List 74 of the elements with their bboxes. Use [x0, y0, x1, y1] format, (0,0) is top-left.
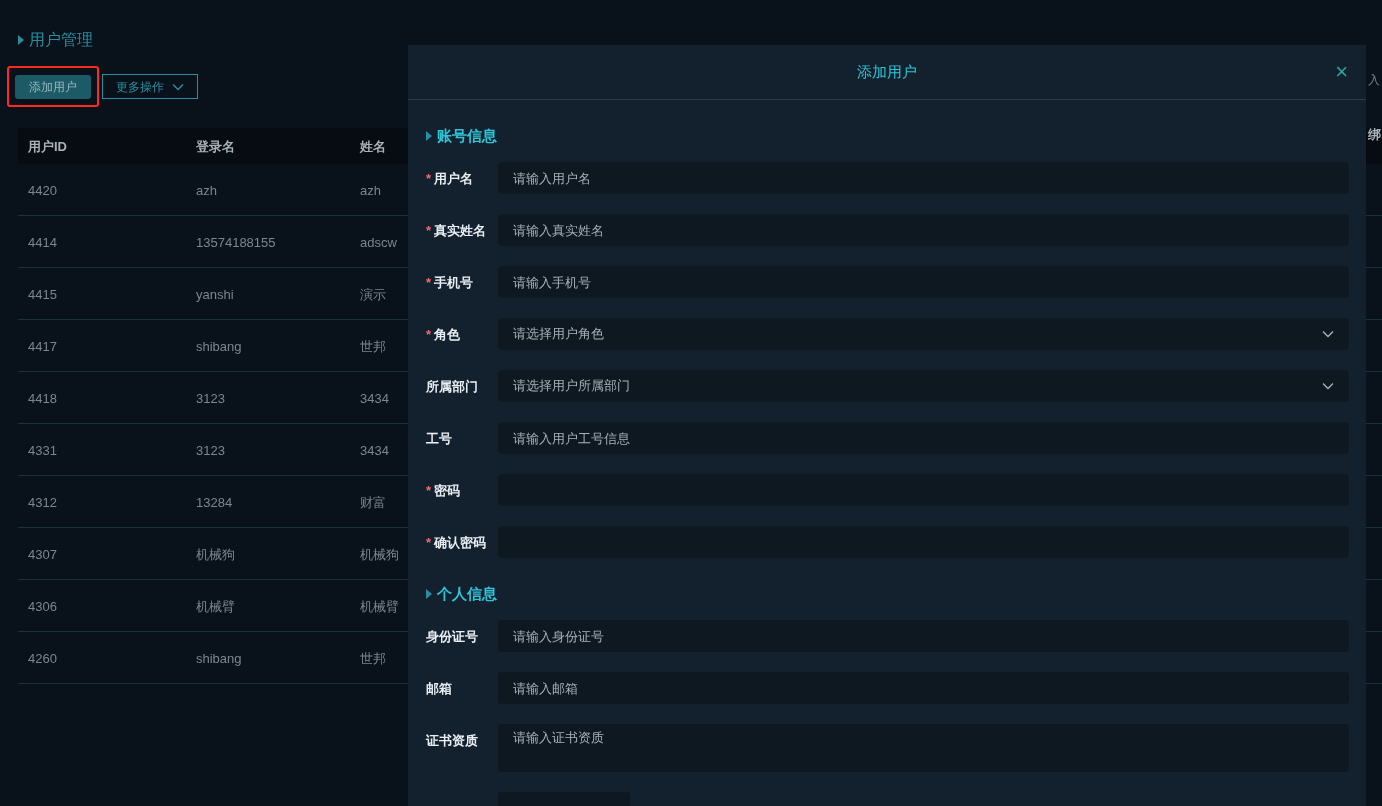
- field-label: 邮箱: [426, 680, 452, 698]
- close-button[interactable]: ×: [1335, 61, 1348, 83]
- triangle-icon: [426, 131, 432, 141]
- triangle-icon: [18, 35, 24, 45]
- table-cell: 机械臂: [196, 598, 235, 614]
- chevron-down-icon: [1322, 330, 1334, 338]
- required-asterisk: *: [426, 222, 432, 240]
- section-title: 账号信息: [437, 125, 497, 146]
- triangle-icon: [426, 589, 432, 599]
- field-label: 手机号: [434, 274, 474, 292]
- table-cell: 4260: [28, 650, 57, 666]
- required-asterisk: *: [426, 482, 432, 500]
- table-cell: 13284: [196, 494, 233, 510]
- textarea-field[interactable]: 请输入证书资质: [498, 724, 1349, 772]
- table-cell: shibang: [196, 650, 242, 666]
- field-label: 证书资质: [426, 732, 478, 750]
- select-field[interactable]: 请选择用户角色: [498, 318, 1349, 350]
- table-cell: 3434: [360, 442, 389, 458]
- input-field[interactable]: 请输入手机号: [498, 266, 1349, 298]
- table-cell: adscw: [360, 234, 397, 250]
- table-cell: 4331: [28, 442, 57, 458]
- required-asterisk: *: [426, 534, 432, 552]
- table-cell: 4415: [28, 286, 57, 302]
- table-cell: 4312: [28, 494, 57, 510]
- cut-text: 入: [1368, 72, 1380, 89]
- table-cell: 4417: [28, 338, 57, 354]
- field-label: 真实姓名: [434, 222, 487, 240]
- section-title: 个人信息: [437, 583, 497, 604]
- field-label: 用户名: [434, 170, 474, 188]
- chevron-down-icon: [172, 82, 184, 91]
- chevron-down-icon: [1322, 382, 1334, 390]
- required-asterisk: *: [426, 274, 432, 292]
- input-field[interactable]: 请输入身份证号: [498, 620, 1349, 652]
- table-cell: 财富: [360, 494, 386, 510]
- table-cell: 演示: [360, 286, 386, 302]
- table-cell: 机械狗: [360, 546, 399, 562]
- required-asterisk: *: [426, 170, 432, 188]
- table-cell: 机械臂: [360, 598, 399, 614]
- table-cell: 4414: [28, 234, 57, 250]
- field-label: 工号: [426, 430, 452, 448]
- table-cell: azh: [360, 182, 381, 198]
- table-cell: 4420: [28, 182, 57, 198]
- field-label: 确认密码: [434, 534, 487, 552]
- column-header: 用户ID: [28, 139, 67, 154]
- column-header: 姓名: [360, 139, 386, 154]
- table-cell: shibang: [196, 338, 242, 354]
- field-label: 角色: [434, 326, 461, 344]
- input-field[interactable]: 请输入邮箱: [498, 672, 1349, 704]
- select-field[interactable]: 请选择用户所属部门: [498, 370, 1349, 402]
- drawer-title: 添加用户: [857, 61, 917, 82]
- add-user-button[interactable]: 添加用户: [15, 75, 91, 99]
- page-title: 用户管理: [29, 30, 93, 50]
- table-cell: 机械狗: [196, 546, 235, 562]
- table-cell: 世邦: [360, 338, 386, 354]
- table-cell: 3434: [360, 390, 389, 406]
- input-field[interactable]: 请输入真实姓名: [498, 214, 1349, 246]
- column-header: 登录名: [196, 139, 235, 154]
- table-cell: 4306: [28, 598, 57, 614]
- table-cell: azh: [196, 182, 217, 198]
- table-cell: 13574188155: [196, 234, 276, 250]
- input-field[interactable]: 请输入用户名: [498, 162, 1349, 194]
- field-label: 密码: [434, 482, 461, 500]
- input-field[interactable]: 请输入用户工号信息: [498, 422, 1349, 454]
- field-label: 身份证号: [426, 628, 478, 646]
- table-cell: 3123: [196, 442, 225, 458]
- cut-text: 绑: [1368, 126, 1381, 144]
- table-cell: 4307: [28, 546, 57, 562]
- table-cell: 4418: [28, 390, 57, 406]
- table-cell: 世邦: [360, 650, 386, 666]
- field-label: 所属部门: [426, 378, 478, 396]
- table-cell: yanshi: [196, 286, 234, 302]
- required-asterisk: *: [426, 326, 432, 344]
- more-actions-button[interactable]: 更多操作: [102, 74, 198, 99]
- table-cell: 3123: [196, 390, 225, 406]
